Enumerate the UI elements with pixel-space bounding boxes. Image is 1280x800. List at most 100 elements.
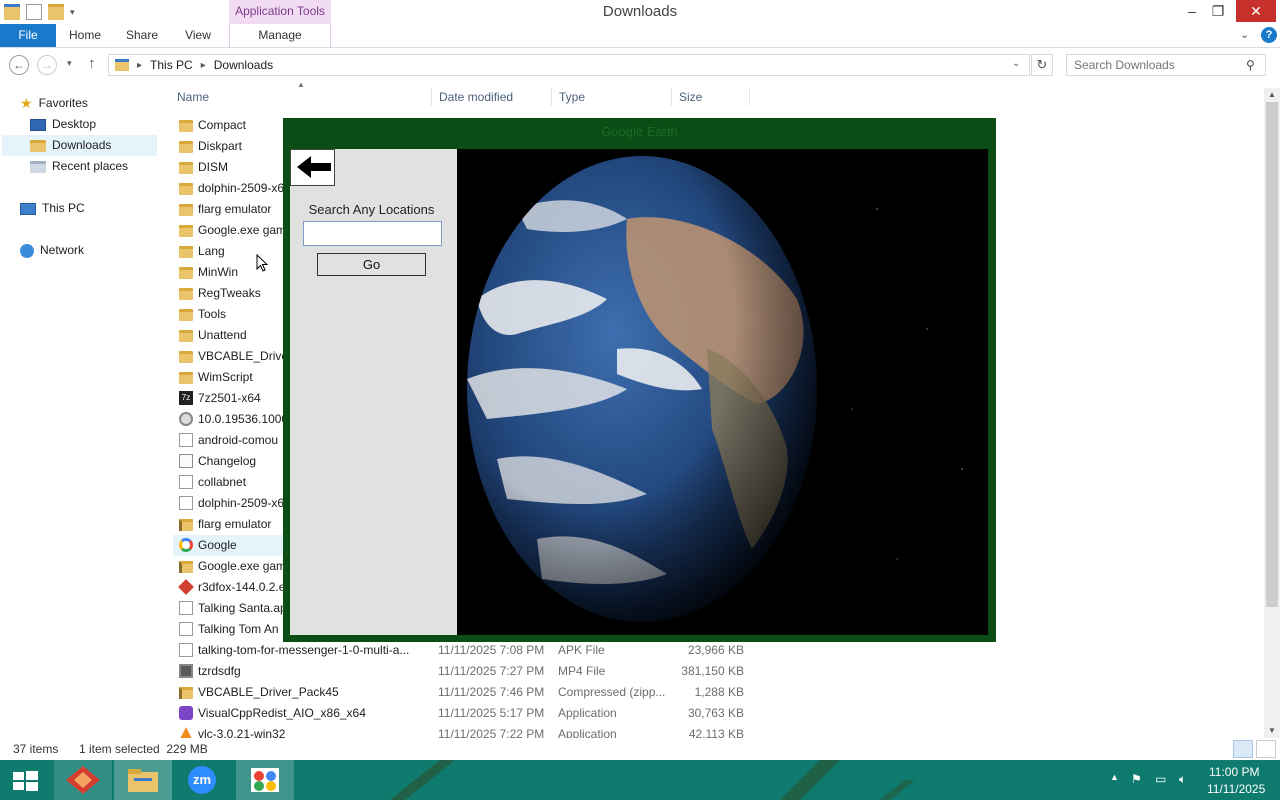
file-name: WimScript [198, 370, 253, 384]
scroll-thumb[interactable] [1266, 102, 1278, 607]
column-headers: Name Date modified Type Size [170, 88, 760, 106]
title-bar: ▾ Application Tools Downloads – ❐ ✕ [0, 0, 1280, 24]
file-row[interactable]: VisualCppRedist_AIO_x86_x64 11/11/2025 5:… [173, 703, 753, 724]
search-label: Search Any Locations [308, 202, 435, 217]
scroll-up-icon[interactable]: ▲ [1264, 88, 1280, 102]
tab-share[interactable]: Share [118, 24, 166, 47]
chevron-down-icon[interactable]: ⌄ [1012, 58, 1020, 69]
folder-icon [179, 372, 193, 384]
search-icon[interactable]: ⚲ [1246, 58, 1255, 72]
taskbar-zoom[interactable]: zm [174, 760, 232, 800]
chevron-right-icon[interactable]: ▸ [201, 60, 206, 71]
file-date: 11/11/2025 7:46 PM [438, 685, 545, 699]
file-name: vlc-3.0.21-win32 [198, 727, 286, 738]
column-size[interactable]: Size [672, 88, 750, 106]
volume-icon[interactable]: 🔈︎ [1179, 772, 1186, 787]
tab-file[interactable]: File [0, 24, 56, 47]
restore-button[interactable]: ❐ [1204, 0, 1232, 22]
file-name: Google [198, 538, 237, 552]
location-input[interactable] [303, 221, 442, 246]
doc-icon [179, 496, 193, 510]
close-button[interactable]: ✕ [1236, 0, 1276, 22]
folder-icon [179, 183, 193, 195]
tab-view[interactable]: View [176, 24, 220, 47]
back-button[interactable]: ← [9, 55, 29, 75]
file-name: collabnet [198, 475, 247, 489]
nav-this-pc[interactable]: This PC [20, 198, 85, 219]
nav-label: Recent places [52, 159, 129, 173]
back-arrow-button[interactable] [290, 149, 335, 186]
status-bar: 37 items 1 item selected 229 MB [0, 738, 1280, 760]
details-view-button[interactable] [1233, 740, 1253, 758]
breadcrumb-this-pc[interactable]: This PC [150, 58, 193, 72]
file-row[interactable]: talking-tom-for-messenger-1-0-multi-a...… [173, 640, 753, 661]
large-icons-view-button[interactable] [1256, 740, 1276, 758]
show-hidden-icons-icon[interactable]: ▲ [1110, 772, 1119, 782]
taskbar-r3dfox[interactable] [54, 760, 112, 800]
nav-favorites[interactable]: ★ Favorites [20, 93, 88, 114]
file-row[interactable]: vlc-3.0.21-win32 11/11/2025 7:22 PM Applic… [173, 724, 753, 738]
network-tray-icon[interactable]: ▭ [1155, 772, 1166, 786]
nav-label: This PC [42, 201, 85, 215]
taskbar: zm ▲ ⚑ ▭ 🔈︎ 11:00 PM 11/11/2025 [0, 760, 1280, 800]
nav-recent-places[interactable]: Recent places [30, 156, 128, 177]
column-date-modified[interactable]: Date modified [432, 88, 552, 106]
refresh-button[interactable]: ↻ [1031, 54, 1053, 76]
go-button[interactable]: Go [317, 253, 426, 276]
file-size: 381,150 KB [681, 664, 744, 678]
recent-locations-icon[interactable]: ▾ [67, 58, 72, 69]
forward-button[interactable]: → [37, 55, 57, 75]
chevron-right-icon[interactable]: ▸ [137, 60, 142, 71]
up-icon[interactable]: ↑ [88, 55, 96, 72]
tab-manage[interactable]: Manage [229, 24, 331, 47]
search-input[interactable] [1066, 54, 1266, 76]
clock-time[interactable]: 11:00 PM [1209, 765, 1259, 779]
file-date: 11/11/2025 7:27 PM [438, 664, 545, 678]
file-name: Diskpart [198, 139, 243, 153]
app-grid-icon [251, 768, 279, 792]
file-row[interactable]: tzrdsdfg 11/11/2025 7:27 PM MP4 File 381,15… [173, 661, 753, 682]
file-name: DISM [198, 160, 228, 174]
nav-desktop[interactable]: Desktop [30, 114, 96, 135]
video-icon [179, 664, 193, 678]
fox-browser-icon [66, 766, 100, 794]
vertical-scrollbar[interactable]: ▲ ▼ [1264, 88, 1280, 738]
app-window-title: Google Earth [601, 124, 678, 139]
cone-icon [179, 727, 193, 738]
taskbar-google-earth-app[interactable] [236, 760, 294, 800]
file-name: Changelog [198, 454, 257, 468]
action-center-flag-icon[interactable]: ⚑ [1131, 772, 1142, 786]
file-name: flarg emulator [198, 517, 272, 531]
folder-icon [179, 225, 193, 237]
minimize-button[interactable]: – [1178, 0, 1206, 22]
file-explorer-icon [128, 769, 158, 792]
address-bar[interactable]: ▸ This PC ▸ Downloads [108, 54, 1030, 76]
file-name: RegTweaks [198, 286, 261, 300]
navigation-pane: ★ Favorites Desktop Downloads Recent pla… [0, 88, 165, 738]
tab-home[interactable]: Home [60, 24, 110, 47]
file-date: 11/11/2025 7:08 PM [438, 643, 545, 657]
txt-icon [179, 454, 193, 468]
breadcrumb-downloads[interactable]: Downloads [214, 58, 273, 72]
nav-network[interactable]: Network [20, 240, 84, 261]
start-button[interactable] [0, 760, 58, 800]
folder-icon [179, 351, 193, 363]
nav-downloads[interactable]: Downloads [2, 135, 157, 156]
file-type: APK File [558, 643, 605, 657]
help-icon[interactable]: ? [1261, 27, 1277, 43]
column-type[interactable]: Type [552, 88, 672, 106]
clock-date[interactable]: 11/11/2025 [1207, 782, 1265, 796]
file-name: Google.exe gam [198, 223, 287, 237]
file-name: Compact [198, 118, 247, 132]
taskbar-file-explorer[interactable] [114, 760, 172, 800]
folder-icon [179, 309, 193, 321]
downloads-folder-icon [30, 139, 46, 152]
globe-view[interactable] [457, 149, 988, 635]
column-name[interactable]: Name [170, 88, 432, 106]
expand-ribbon-icon[interactable]: ⌄ [1240, 28, 1249, 41]
file-row[interactable]: VBCABLE_Driver_Pack45 11/11/2025 7:46 PM C… [173, 682, 753, 703]
star-icon: ★ [20, 95, 33, 111]
scroll-down-icon[interactable]: ▼ [1264, 724, 1280, 738]
doc-icon [179, 622, 193, 636]
window-title: Downloads [602, 3, 678, 20]
